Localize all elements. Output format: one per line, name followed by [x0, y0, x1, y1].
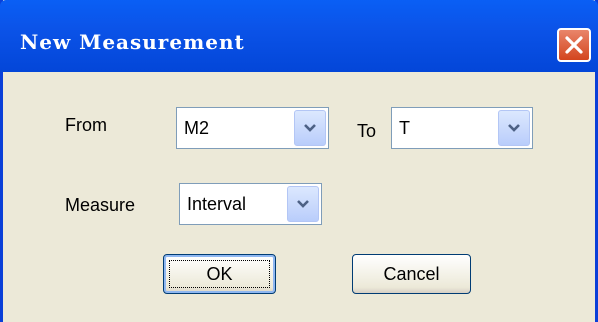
measure-dropdown-button[interactable]	[287, 186, 319, 222]
from-value: M2	[184, 118, 210, 138]
measure-value: Interval	[187, 194, 247, 214]
from-dropdown-button[interactable]	[294, 110, 326, 146]
title-bar[interactable]: New Measurement	[0, 0, 598, 72]
chevron-down-icon	[304, 124, 316, 132]
to-value: T	[399, 118, 410, 138]
ok-button[interactable]: OK	[163, 254, 276, 294]
dialog-title: New Measurement	[20, 30, 245, 54]
to-select[interactable]: T	[391, 107, 533, 149]
chevron-down-icon	[297, 200, 309, 208]
close-button[interactable]	[557, 28, 591, 62]
focus-rectangle	[169, 260, 270, 288]
close-icon	[565, 36, 583, 54]
measure-select[interactable]: Interval	[179, 183, 322, 225]
to-label: To	[357, 121, 377, 141]
cancel-label: Cancel	[383, 264, 440, 284]
chevron-down-icon	[508, 124, 520, 132]
measure-label: Measure	[65, 195, 136, 215]
from-select[interactable]: M2	[176, 107, 329, 149]
to-dropdown-button[interactable]	[498, 110, 530, 146]
cancel-button[interactable]: Cancel	[352, 254, 471, 294]
from-label: From	[65, 115, 107, 135]
new-measurement-dialog: New Measurement From M2 To T Measure Int…	[0, 0, 598, 322]
